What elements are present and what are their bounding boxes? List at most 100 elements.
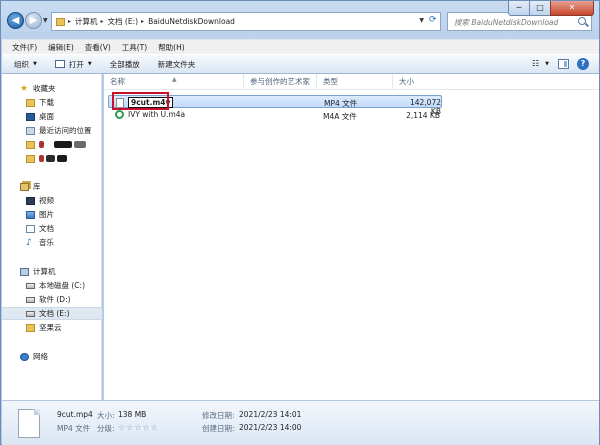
organize-button[interactable]: 组织 ▼ [14,59,37,70]
column-header-type[interactable]: 类型 [317,74,393,90]
nav-libraries[interactable]: 库 [2,180,102,193]
nav-item-recent-places[interactable]: 最近访问的位置 [2,124,102,137]
redacted-label-mark [39,141,44,148]
nav-item-music[interactable]: ♪ 音乐 [2,236,102,249]
menu-edit[interactable]: 编辑(E) [48,42,74,53]
drive-icon [26,296,35,303]
column-header-label: 类型 [323,77,338,86]
breadcrumb-current-folder[interactable]: BaiduNetdiskDownload [148,17,235,26]
details-modified-value: 2021/2/23 14:01 [239,410,302,419]
file-list: 名称 ▲ 参与创作的艺术家 类型 大小 9cut.m4v MP4 文件 142,… [104,74,599,400]
column-header-name[interactable]: 名称 ▲ [104,74,244,90]
minimize-button[interactable]: ─ [508,1,530,16]
redacted-label-mark [74,141,86,148]
search-placeholder[interactable]: 搜索 BaiduNetdiskDownload [454,17,558,28]
organize-label: 组织 [14,59,29,69]
nav-item-drive-c[interactable]: 本地磁盘 (C:) [2,279,102,292]
column-header-size[interactable]: 大小 [393,74,443,90]
folder-icon [26,140,35,149]
new-folder-label: 新建文件夹 [157,59,196,69]
nav-item-drive-e[interactable]: 文档 (E:) [2,307,102,320]
recent-pages-dropdown[interactable]: ▼ [43,17,48,24]
navigation-pane: ★ 收藏夹 下载 桌面 最近访问的位置 库 视频 图片 文档 ♪ 音乐 计算机 … [2,74,102,400]
nav-item-videos[interactable]: 视频 [2,194,102,207]
refresh-icon[interactable]: ⟳ [429,15,437,25]
details-pane: 9cut.mp4 大小: 138 MB MP4 文件 分级: ☆☆☆☆☆ 修改日… [2,400,599,445]
back-button[interactable]: ◀ [7,12,24,29]
chevron-down-icon: ▼ [545,60,549,67]
file-row[interactable]: IVY with U.m4a M4A 文件 2,114 KB [108,109,442,122]
nav-item-label: 桌面 [39,112,54,121]
column-header-artists[interactable]: 参与创作的艺术家 [244,74,317,90]
nav-network[interactable]: 网络 [2,350,102,363]
nav-item-label: 视频 [39,196,54,205]
open-button[interactable]: 打开 ▼ [54,59,92,70]
nav-item-label: 文档 [39,224,54,233]
column-headers: 名称 ▲ 参与创作的艺术家 类型 大小 [104,74,599,90]
redacted-label-mark [54,141,72,148]
chevron-down-icon: ▼ [33,61,37,67]
music-file-icon [115,110,124,119]
nav-computer[interactable]: 计算机 [2,265,102,278]
maximize-button[interactable]: □ [529,1,551,16]
menu-help[interactable]: 帮助(H) [158,42,185,53]
nav-item-pictures[interactable]: 图片 [2,208,102,221]
nav-computer-label: 计算机 [33,267,56,276]
sort-ascending-icon: ▲ [172,76,177,83]
nav-item-desktop[interactable]: 桌面 [2,110,102,123]
nav-item-label: 文档 (E:) [39,309,70,318]
breadcrumb-separator[interactable]: ▸ [101,18,104,25]
menu-bar: 文件(F) 编辑(E) 查看(V) 工具(T) 帮助(H) [2,39,599,54]
nav-item-redacted-1[interactable] [2,138,102,151]
pictures-icon [26,210,35,219]
redacted-label-mark [39,155,44,162]
nav-item-label: 下载 [39,98,54,107]
annotation-highlight-box [112,92,169,110]
nav-item-jianguoyun[interactable]: 坚果云 [2,321,102,334]
nav-favorites[interactable]: ★ 收藏夹 [2,82,102,95]
play-all-button[interactable]: 全部播放 [110,59,140,70]
redacted-label-mark [57,155,67,162]
new-folder-button[interactable]: 新建文件夹 [158,59,196,70]
nav-item-downloads[interactable]: 下载 [2,96,102,109]
play-all-label: 全部播放 [109,59,140,69]
address-bar[interactable]: ▸ 计算机 ▸ 文档 (E:) ▸ BaiduNetdiskDownload ▼ [51,12,441,31]
breadcrumb-separator[interactable]: ▸ [141,18,144,25]
details-created-label: 创建日期: [202,424,235,433]
forward-button[interactable]: ▶ [25,12,42,29]
menu-view[interactable]: 查看(V) [85,42,111,53]
rating-stars[interactable]: ☆☆☆☆☆ [118,423,159,432]
file-name-cell[interactable]: IVY with U.m4a [115,110,185,119]
address-history-dropdown[interactable]: ▼ [419,17,424,24]
view-icon: ☷ [531,59,540,68]
folder-icon [56,17,65,26]
help-icon[interactable]: ? [577,58,589,70]
folder-icon [26,154,35,163]
file-name: IVY with U.m4a [128,110,186,119]
menu-tools[interactable]: 工具(T) [122,42,147,53]
change-view-button[interactable]: ☷ ▼ [532,59,549,68]
nav-item-redacted-2[interactable] [2,152,102,165]
preview-pane-icon[interactable] [558,59,569,69]
file-size: 2,114 KB [406,111,440,120]
open-label: 打开 [68,59,84,69]
file-type: M4A 文件 [323,112,357,121]
menu-file[interactable]: 文件(F) [12,42,37,53]
breadcrumb-drive-e[interactable]: 文档 (E:) [108,16,139,27]
nav-item-label: 软件 (D:) [39,295,71,304]
details-created-value: 2021/2/23 14:00 [239,423,302,432]
desktop-icon [26,112,35,121]
breadcrumb-computer[interactable]: 计算机 [75,16,98,27]
drive-icon [26,310,35,317]
nav-item-label: 音乐 [39,238,54,247]
nav-item-drive-d[interactable]: 软件 (D:) [2,293,102,306]
nav-libraries-label: 库 [33,182,41,191]
folder-icon [26,323,35,332]
details-file-name: 9cut.mp4 [57,410,93,419]
search-icon[interactable] [578,17,586,25]
breadcrumb-separator[interactable]: ▸ [68,18,71,25]
nav-item-documents[interactable]: 文档 [2,222,102,235]
libraries-icon [20,182,29,191]
close-button[interactable]: ✕ [550,1,594,16]
drive-icon [26,282,35,289]
